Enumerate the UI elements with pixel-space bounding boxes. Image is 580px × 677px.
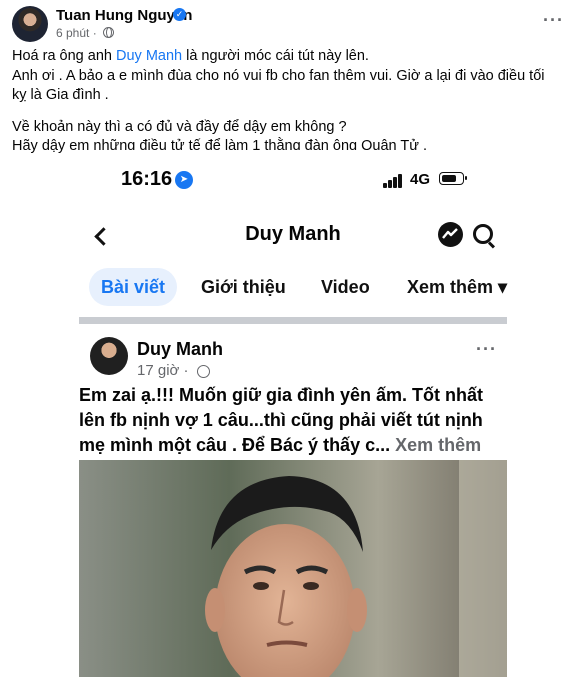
status-time: 16:16 — [121, 168, 173, 190]
network-label: 4G — [410, 171, 431, 188]
post-line-3: Về khoản này thì a có đủ và đầy để dậy e… — [12, 118, 347, 135]
tab-about: Giới thiệu — [201, 277, 286, 297]
profile-tabs: Bài viết Giới thiệu Video Xem thêm ▾ — [89, 268, 513, 308]
post-line-2: Anh ơi . A bảo a e mình đùa cho nó vui f… — [12, 67, 545, 104]
embedded-screenshot[interactable]: 16:16 ➤ 4G Duy Manh Bài viết Giới thiệu … — [73, 150, 513, 677]
post-text: Hoá ra ông anh Duy Manh là người móc cái… — [12, 47, 562, 157]
mention-link[interactable]: Duy Manh — [116, 48, 182, 64]
inner-timestamp: 17 giờ · — [137, 362, 189, 379]
location-icon: ➤ — [175, 171, 193, 189]
author-name[interactable]: Tuan Hung Nguyen — [56, 7, 192, 24]
post-timestamp[interactable]: 6 phút · — [56, 26, 97, 40]
battery-icon — [439, 172, 467, 185]
author-avatar[interactable] — [12, 6, 48, 42]
inner-more-icon: ··· — [476, 339, 497, 359]
post-header: Tuan Hung Nguyen ✓ 6 phút · ··· — [12, 6, 568, 42]
post-photo — [79, 460, 507, 677]
inner-post-text: Em zai ạ.!!! Muốn giữ gia đình yên ấm. T… — [79, 385, 484, 455]
see-more-link: Xem thêm — [390, 435, 482, 455]
globe-icon — [103, 27, 114, 38]
messenger-icon — [438, 222, 463, 247]
inner-globe-icon — [197, 365, 210, 378]
tab-posts: Bài viết — [89, 268, 178, 306]
post-line-1: Hoá ra ông anh Duy Manh là người móc cái… — [12, 48, 369, 64]
inner-author-name: Duy Manh — [137, 339, 224, 359]
portrait-photo — [79, 460, 507, 677]
section-divider — [79, 317, 507, 324]
inner-avatar — [90, 337, 128, 375]
more-options-button[interactable]: ··· — [543, 10, 564, 31]
search-icon — [473, 224, 493, 244]
tab-video: Video — [321, 277, 370, 297]
verified-icon: ✓ — [173, 8, 186, 21]
signal-icon — [383, 174, 405, 188]
tab-see-more: Xem thêm ▾ — [407, 277, 508, 297]
